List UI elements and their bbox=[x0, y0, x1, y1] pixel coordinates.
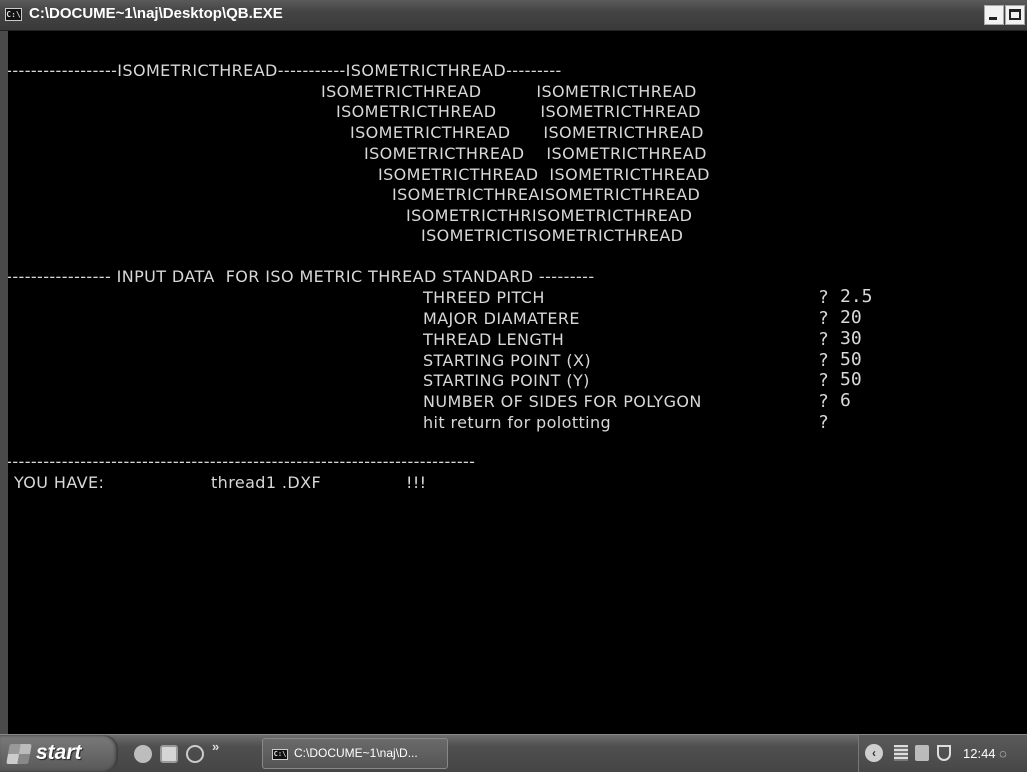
input-prompt: ? bbox=[818, 391, 830, 412]
input-prompt: ? bbox=[818, 329, 830, 350]
banner-line: ISOMETRICTHREAD ISOMETRICTHREAD bbox=[321, 82, 697, 101]
system-tray: ‹ 12:44 ◌ bbox=[858, 735, 1027, 772]
start-label: start bbox=[36, 741, 82, 764]
show-desktop-icon[interactable] bbox=[160, 745, 178, 763]
banner-line: ISOMETRICTHREAD ISOMETRICTHREAD bbox=[336, 102, 701, 121]
input-value-sides: 6 bbox=[840, 390, 851, 411]
banner-line: -------------------ISOMETRICTHREAD------… bbox=[8, 61, 562, 80]
minimize-button[interactable] bbox=[984, 5, 1004, 25]
result-file: thread1 .DXF bbox=[211, 473, 322, 492]
window-titlebar[interactable]: C:\ C:\DOCUME~1\naj\Desktop\QB.EXE bbox=[0, 0, 1027, 31]
input-label-length: THREAD LENGTH bbox=[423, 330, 565, 349]
banner-line: ISOMETRICTHREAISOMETRICTHREAD bbox=[392, 185, 701, 204]
console-icon[interactable]: C:\ bbox=[5, 8, 22, 21]
tray-expand-icon[interactable]: ‹ bbox=[865, 744, 883, 762]
shield-icon[interactable] bbox=[937, 745, 951, 761]
input-label-diameter: MAJOR DIAMATERE bbox=[423, 309, 580, 328]
input-header: ------------------ INPUT DATA FOR ISO ME… bbox=[8, 267, 595, 286]
window-border bbox=[0, 31, 8, 734]
input-label-sides: NUMBER OF SIDES FOR POLYGON bbox=[423, 392, 702, 411]
input-prompt: ? bbox=[818, 350, 830, 371]
input-value-pitch: 2.5 bbox=[840, 286, 873, 307]
banner-line: ISOMETRICTHREAD ISOMETRICTHREAD bbox=[364, 144, 707, 163]
separator-line: ----------------------------------------… bbox=[8, 452, 476, 471]
taskbar-item-console[interactable]: C:\ C:\DOCUME~1\naj\D... bbox=[262, 738, 448, 769]
quicklaunch-chevron-icon[interactable]: » bbox=[212, 739, 219, 754]
input-label-start-x: STARTING POINT (X) bbox=[423, 351, 591, 370]
windows-flag-icon bbox=[6, 744, 32, 764]
banner-line: ISOMETRICTHREAD ISOMETRICTHREAD bbox=[350, 123, 704, 142]
input-prompt: ? bbox=[818, 287, 830, 308]
result-suffix: !!! bbox=[406, 473, 427, 492]
taskbar-item-label: C:\DOCUME~1\naj\D... bbox=[294, 746, 418, 760]
input-prompt: ? bbox=[818, 412, 830, 433]
console-icon: C:\ bbox=[272, 749, 288, 760]
window-controls bbox=[984, 5, 1025, 25]
banner-line: ISOMETRICTISOMETRICTHREAD bbox=[421, 226, 684, 245]
console-output[interactable]: -------------------ISOMETRICTHREAD------… bbox=[8, 31, 1027, 734]
internet-explorer-icon[interactable] bbox=[186, 745, 204, 763]
network-icon[interactable] bbox=[894, 745, 908, 761]
input-value-length: 30 bbox=[840, 328, 862, 349]
start-button[interactable]: start bbox=[0, 735, 118, 772]
input-prompt: ? bbox=[818, 308, 830, 329]
input-label-pitch: THREED PITCH bbox=[423, 288, 545, 307]
maximize-button[interactable] bbox=[1005, 5, 1025, 25]
input-label-start-y: STARTING POINT (Y) bbox=[423, 371, 590, 390]
input-value-diameter: 20 bbox=[840, 307, 862, 328]
input-value-start-x: 50 bbox=[840, 349, 862, 370]
result-label: YOU HAVE: bbox=[14, 473, 105, 492]
input-prompt: ? bbox=[818, 370, 830, 391]
input-label-return: hit return for polotting bbox=[423, 413, 612, 432]
banner-line: ISOMETRICTHREAD ISOMETRICTHREAD bbox=[378, 165, 710, 184]
input-value-start-y: 50 bbox=[840, 369, 862, 390]
banner-line: ISOMETRICTHRISOMETRICTHREAD bbox=[406, 206, 693, 225]
clock[interactable]: 12:44 ◌ bbox=[963, 746, 1007, 761]
firefox-icon[interactable] bbox=[134, 745, 152, 763]
monitor-icon[interactable] bbox=[915, 745, 929, 761]
window-title: C:\DOCUME~1\naj\Desktop\QB.EXE bbox=[29, 5, 283, 22]
taskbar: start » C:\ C:\DOCUME~1\naj\D... ‹ 12:44… bbox=[0, 734, 1027, 772]
